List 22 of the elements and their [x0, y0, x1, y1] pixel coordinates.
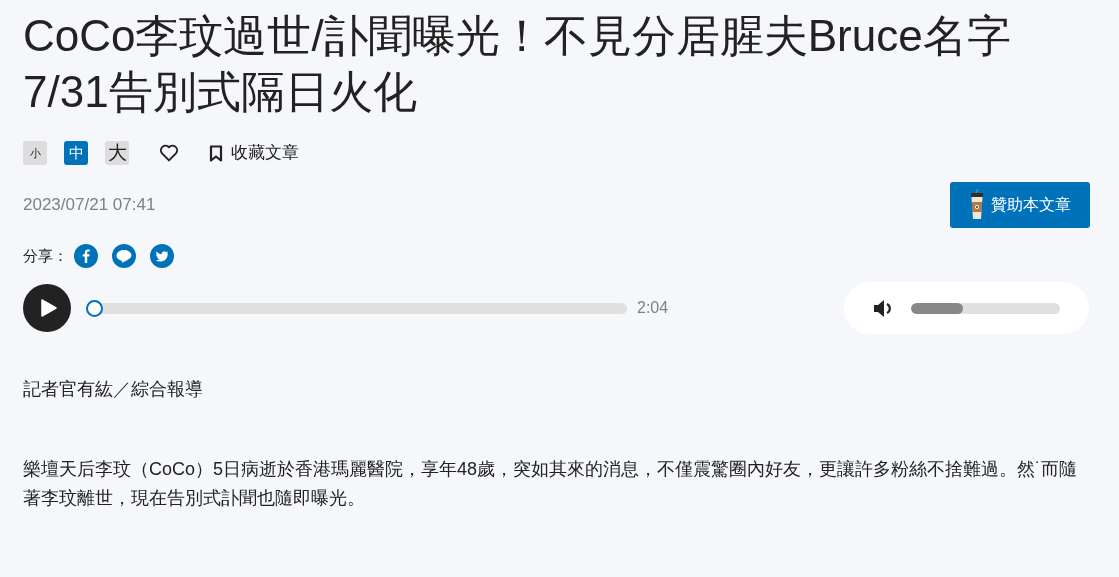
chat-bubble-icon[interactable] [112, 244, 136, 268]
bookmark-icon [209, 144, 223, 162]
bookmark-button[interactable]: 收藏文章 [209, 140, 299, 166]
play-icon [40, 299, 57, 317]
byline: 記者官有紘／綜合報導 [23, 378, 204, 401]
volume-track[interactable] [911, 302, 1060, 314]
share-label: 分享： [23, 245, 68, 266]
font-size-button[interactable]: 小 [23, 141, 47, 165]
publish-date: 2023/07/21 07:41 [23, 194, 156, 217]
article-paragraph: 樂壇天后李玟（CoCo）5日病逝於香港瑪麗醫院，享年48歲，突如其來的消息，不僅震驚圈內好友，更讓許多粉絲不捨難過。然˙而隨著李玟離世，現在告別式訃聞也隨即曝光。 [23, 458, 1079, 510]
coffee-cup-icon [969, 188, 985, 222]
facebook-icon[interactable] [74, 244, 98, 268]
progress-thumb[interactable] [86, 299, 103, 317]
progress-track[interactable] [86, 302, 627, 314]
sponsor-button[interactable]: 贊助本文章 [950, 182, 1090, 228]
heart-icon[interactable] [159, 144, 179, 162]
font-size-button[interactable]: 大 [105, 141, 129, 165]
bird-icon[interactable] [150, 244, 174, 268]
duration-text: 2:04 [637, 298, 669, 318]
article-title: CoCo李玟過世/訃聞曝光！不見分居腥夫Bruce名字7/31告別式隔日火化 [23, 10, 1012, 118]
font-size-button[interactable]: 中 [64, 141, 88, 165]
play-button[interactable] [23, 284, 71, 332]
